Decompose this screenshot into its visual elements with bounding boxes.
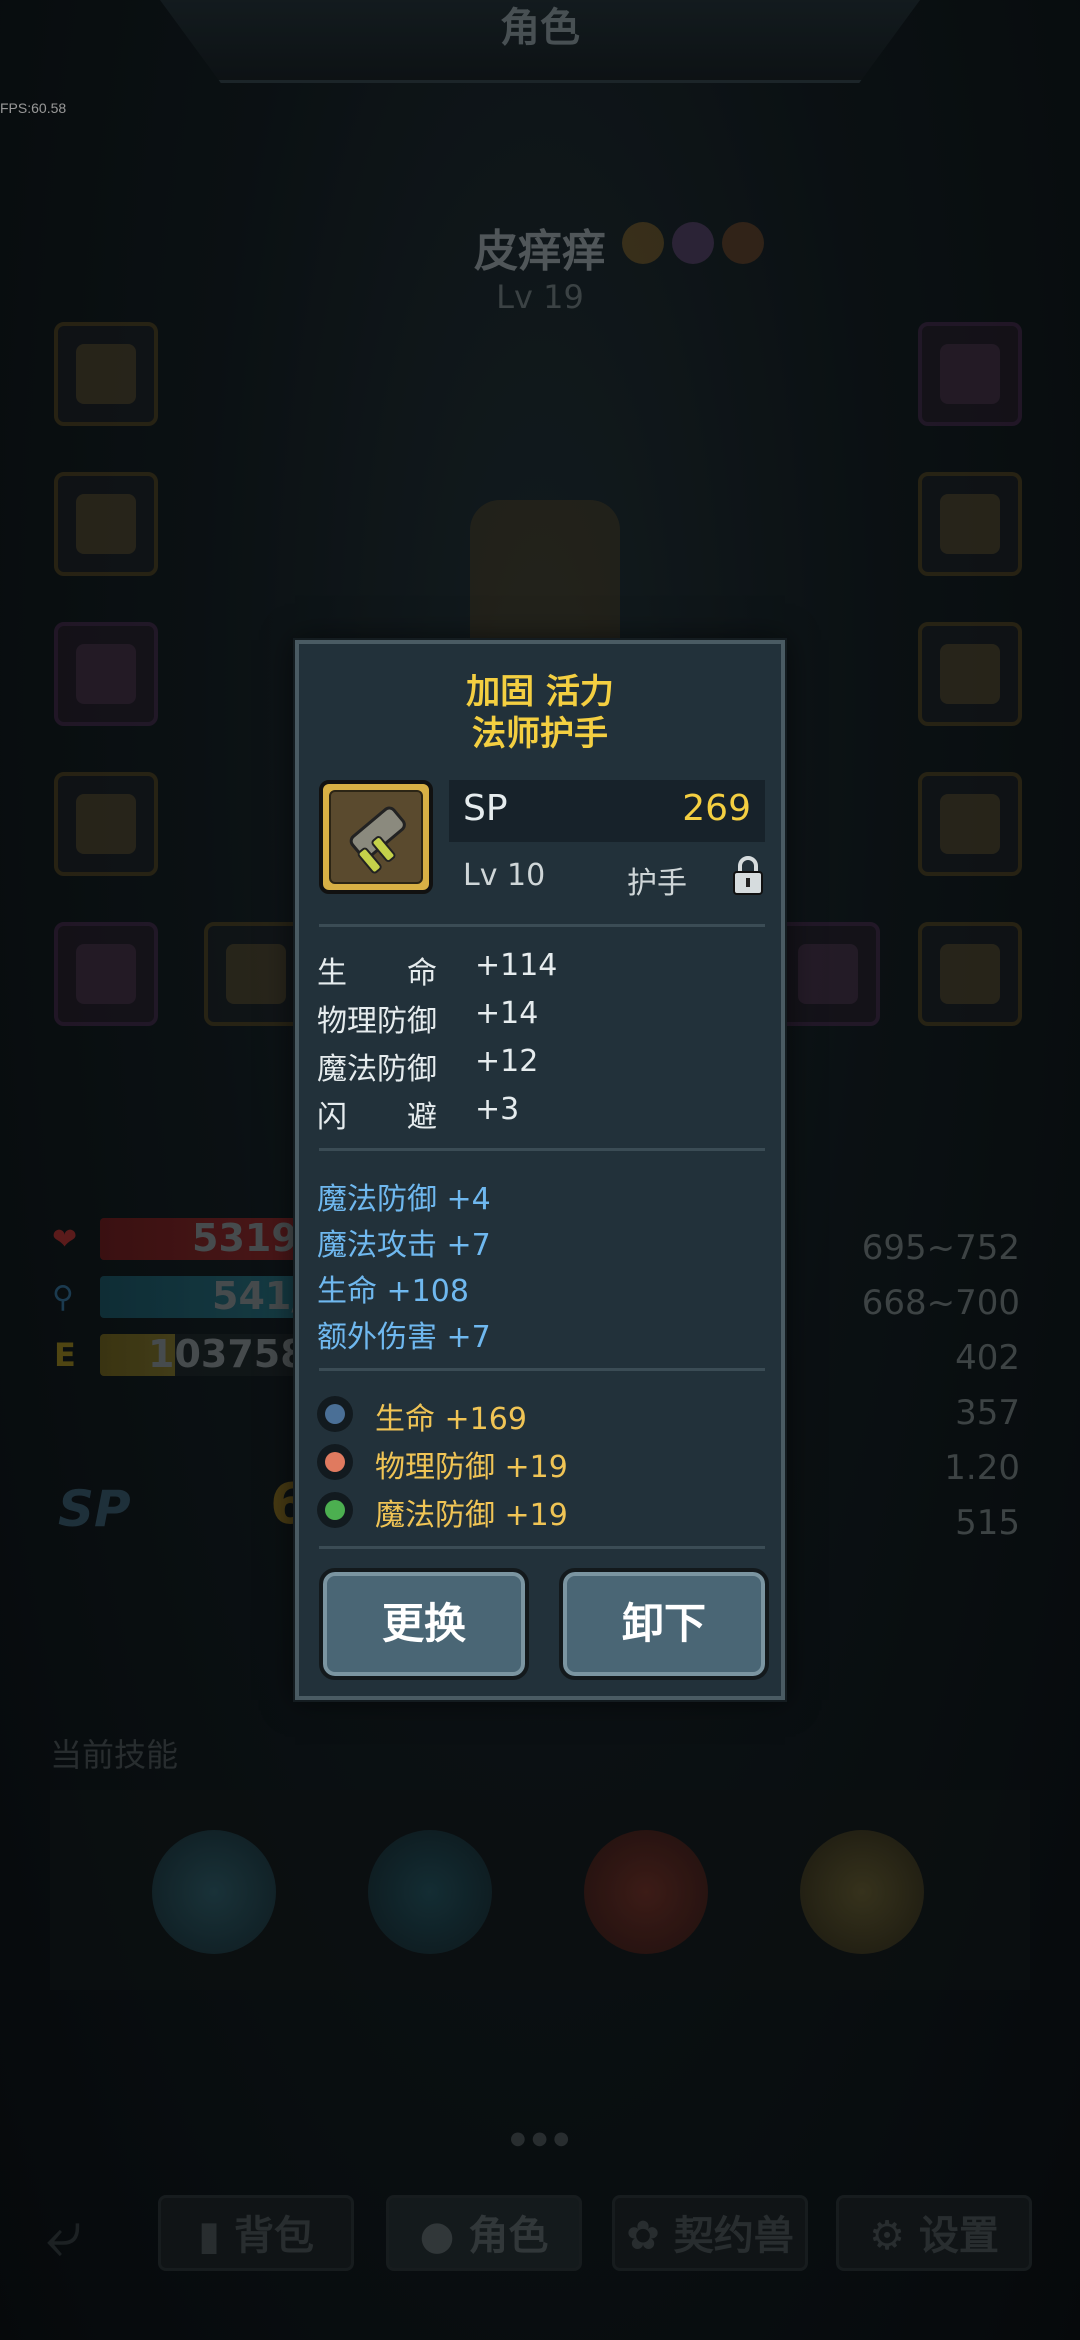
stat-label: 物理防御 — [317, 1004, 437, 1039]
divider — [319, 924, 765, 927]
blue-gem-icon — [317, 1396, 353, 1432]
sp-label: SP — [463, 788, 508, 829]
item-sp-panel: SP 269 — [449, 780, 765, 842]
gem-stat-text: 生命 +169 — [375, 1402, 527, 1437]
stat-value: +3 — [475, 1092, 520, 1127]
gauntlet-icon — [329, 790, 423, 884]
item-detail-dialog: 加固 活力 法师护手 SP 269 Lv 10 护手 生 命 +114 物理防御 +… — [295, 640, 785, 1700]
extra-stat: 魔法攻击 +7 — [317, 1228, 491, 1263]
divider — [319, 1546, 765, 1549]
stat-value: +12 — [475, 1044, 539, 1079]
base-stat-row: 生 命 +114 — [317, 948, 557, 992]
item-level: Lv 10 — [463, 858, 546, 893]
extra-stat: 额外伤害 +7 — [317, 1320, 491, 1355]
divider — [319, 1148, 765, 1151]
item-icon-frame — [319, 780, 433, 894]
stat-label: 魔法防御 — [317, 1052, 437, 1087]
base-stat-row: 物理防御 +14 — [317, 996, 538, 1040]
item-slot-type: 护手 — [627, 866, 687, 901]
sp-value: 269 — [682, 788, 751, 829]
divider — [319, 1368, 765, 1371]
gem-stat-text: 物理防御 +19 — [375, 1450, 568, 1485]
extra-stat: 魔法防御 +4 — [317, 1182, 491, 1217]
green-gem-icon — [317, 1492, 353, 1528]
base-stat-row: 闪 避 +3 — [317, 1092, 519, 1136]
stat-value: +114 — [475, 948, 558, 983]
stat-label: 生 命 — [317, 956, 437, 991]
stat-label: 闪 避 — [317, 1100, 437, 1135]
replace-button[interactable]: 更换 — [319, 1568, 529, 1680]
base-stat-row: 魔法防御 +12 — [317, 1044, 538, 1088]
red-gem-icon — [317, 1444, 353, 1480]
stat-value: +14 — [475, 996, 539, 1031]
lock-icon[interactable] — [731, 854, 765, 896]
gem-stat-text: 魔法防御 +19 — [375, 1498, 568, 1533]
unequip-button[interactable]: 卸下 — [559, 1568, 769, 1680]
extra-stat: 生命 +108 — [317, 1274, 469, 1309]
item-name: 法师护手 — [472, 714, 608, 754]
